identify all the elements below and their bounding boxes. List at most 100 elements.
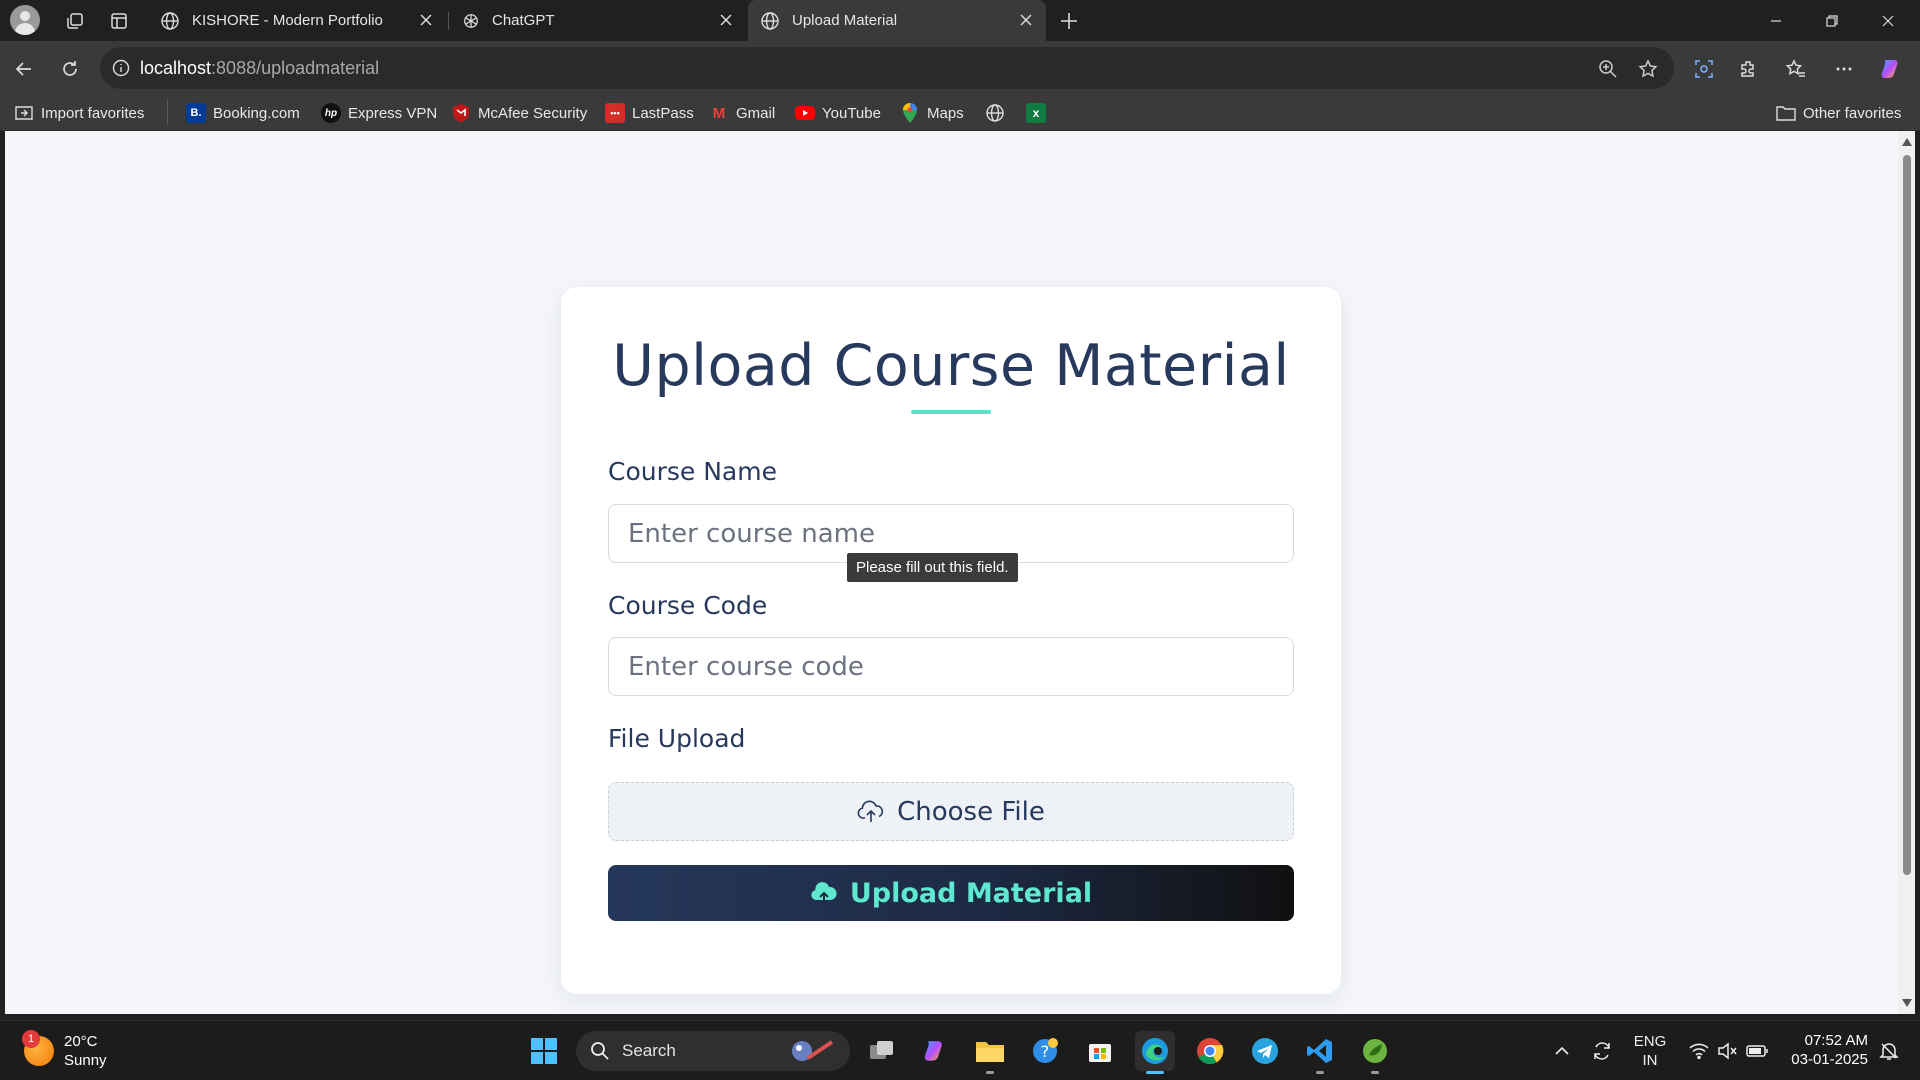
fav-label: LastPass [632, 104, 694, 122]
upload-form-card: Upload Course Material Course Name Pleas… [561, 287, 1341, 994]
scroll-thumb[interactable] [1903, 155, 1911, 875]
fav-label: Gmail [736, 104, 776, 122]
tab-upload-material[interactable]: Upload Material [748, 0, 1046, 41]
title-underline [911, 410, 991, 414]
cloud-upload-icon [857, 800, 885, 824]
notifications-icon[interactable] [1876, 1031, 1902, 1071]
lastpass-icon: ••• [605, 103, 625, 123]
upload-material-button[interactable]: Upload Material [608, 865, 1294, 921]
url-path: :8088/uploadmaterial [211, 58, 380, 78]
store-app[interactable] [1080, 1031, 1120, 1071]
close-tab-icon[interactable] [716, 10, 736, 30]
fav-youtube[interactable]: YouTube [795, 101, 881, 125]
cloud-upload-icon [810, 881, 838, 905]
minimize-button[interactable] [1748, 0, 1804, 41]
taskbar-search[interactable]: Search [576, 1031, 850, 1071]
fav-label: Other favorites [1803, 104, 1902, 122]
copilot-app[interactable] [916, 1031, 956, 1071]
scroll-down-icon[interactable] [1901, 998, 1912, 1008]
windows-logo-icon [531, 1038, 557, 1064]
fav-mcafee[interactable]: McAfee Security [451, 101, 587, 125]
course-code-label: Course Code [608, 591, 768, 620]
running-indicator [1371, 1071, 1379, 1074]
favorites-icon[interactable] [1780, 53, 1812, 85]
url-text[interactable]: localhost:8088/uploadmaterial [140, 58, 379, 79]
extensions-icon[interactable] [1732, 53, 1764, 85]
excel-icon: x [1026, 103, 1046, 123]
help-app[interactable]: ? [1025, 1031, 1065, 1071]
tab-chatgpt[interactable]: ChatGPT [450, 0, 746, 41]
weather-temp: 20°C [64, 1033, 98, 1050]
running-indicator [986, 1071, 994, 1074]
scroll-up-icon[interactable] [1901, 137, 1912, 147]
page-scrollbar[interactable] [1898, 131, 1915, 1014]
fav-lastpass[interactable]: ••• LastPass [605, 101, 694, 125]
tab-actions-icon[interactable] [104, 6, 134, 36]
fav-label: Import favorites [41, 104, 145, 122]
profile-avatar[interactable] [10, 5, 40, 35]
task-view-button[interactable] [862, 1031, 902, 1071]
weather-condition: Sunny [64, 1052, 107, 1069]
clock[interactable]: 07:52 AM 03-01-2025 [1784, 1031, 1868, 1069]
chrome-icon [1197, 1038, 1224, 1065]
spring-icon [1363, 1039, 1387, 1063]
workspaces-icon[interactable] [60, 6, 90, 36]
copilot-icon[interactable] [1876, 53, 1908, 85]
page-viewport: Upload Course Material Course Name Pleas… [5, 131, 1898, 1014]
restore-button[interactable] [1804, 0, 1860, 41]
refresh-button[interactable] [54, 53, 86, 85]
file-explorer-app[interactable] [970, 1031, 1010, 1074]
spring-tool-app[interactable] [1355, 1031, 1395, 1074]
clock-time: 07:52 AM [1804, 1032, 1868, 1049]
course-name-label: Course Name [608, 457, 777, 486]
windows-taskbar: 1 20°C Sunny Search ? ENG IN 07:52 AM 03… [0, 1020, 1920, 1080]
site-info-icon[interactable] [110, 57, 132, 79]
youtube-icon [795, 103, 815, 123]
telegram-app[interactable] [1245, 1031, 1285, 1071]
file-upload-label: File Upload [608, 724, 746, 753]
battery-icon[interactable] [1744, 1031, 1770, 1071]
task-view-icon [870, 1041, 893, 1059]
wifi-icon[interactable] [1686, 1031, 1712, 1071]
close-tab-icon[interactable] [1016, 10, 1036, 30]
vscode-app[interactable] [1300, 1031, 1340, 1074]
show-hidden-icons-button[interactable] [1548, 1031, 1576, 1071]
choose-file-label: Choose File [897, 796, 1045, 827]
back-button[interactable] [8, 53, 40, 85]
new-tab-button[interactable] [1054, 6, 1084, 36]
fav-express-vpn[interactable]: hp Express VPN [321, 101, 437, 125]
chatgpt-icon [462, 12, 480, 30]
fav-gmail[interactable]: M Gmail [709, 101, 775, 125]
start-button[interactable] [524, 1031, 564, 1071]
language-indicator[interactable]: ENG IN [1626, 1031, 1674, 1071]
tab-title: KISHORE - Modern Portfolio [192, 12, 383, 29]
chrome-app[interactable] [1190, 1031, 1230, 1071]
fav-label: Express VPN [348, 104, 438, 122]
help-icon: ? [1033, 1038, 1058, 1063]
tab-portfolio[interactable]: KISHORE - Modern Portfolio [148, 0, 446, 41]
favorite-star-icon[interactable] [1636, 57, 1660, 81]
volume-muted-icon[interactable] [1714, 1031, 1740, 1071]
fav-other-favorites[interactable]: Other favorites [1776, 101, 1901, 125]
gmail-icon: M [712, 104, 726, 122]
choose-file-button[interactable]: Choose File [608, 782, 1294, 841]
zoom-icon[interactable] [1596, 57, 1620, 81]
chevron-up-icon [1555, 1046, 1569, 1055]
screenshot-icon[interactable] [1688, 53, 1720, 85]
fav-booking[interactable]: B. Booking.com [186, 101, 300, 125]
search-placeholder: Search [622, 1041, 676, 1060]
fav-maps[interactable]: Maps [900, 101, 964, 125]
close-window-button[interactable] [1860, 0, 1916, 41]
fav-excel[interactable]: x [1026, 101, 1053, 125]
address-bar[interactable]: localhost:8088/uploadmaterial [100, 47, 1674, 89]
tab-title: ChatGPT [492, 12, 555, 29]
more-options-icon[interactable] [1828, 53, 1860, 85]
edge-app[interactable] [1135, 1031, 1175, 1074]
course-code-input[interactable] [608, 637, 1294, 696]
sync-tray-icon[interactable] [1588, 1031, 1616, 1071]
fav-import-favorites[interactable]: Import favorites [14, 101, 144, 125]
weather-widget[interactable]: 1 20°C Sunny [22, 1030, 107, 1071]
fav-label: McAfee Security [478, 104, 588, 122]
fav-globe[interactable] [985, 101, 1012, 125]
close-tab-icon[interactable] [416, 10, 436, 30]
